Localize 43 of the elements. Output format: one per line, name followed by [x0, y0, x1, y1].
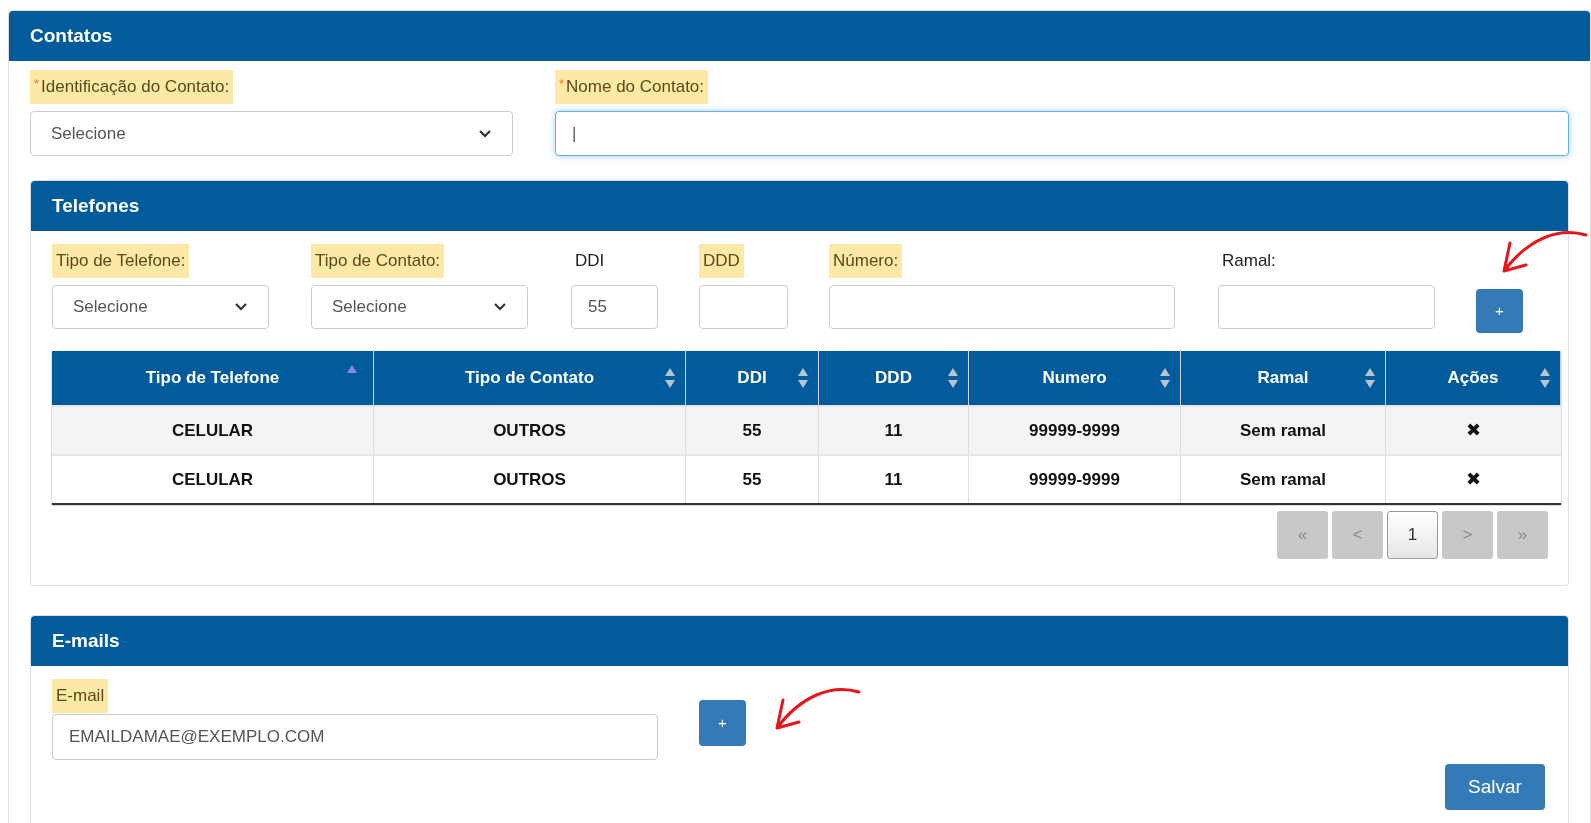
chevron-down-icon: [478, 128, 492, 139]
panel-title: Contatos: [30, 23, 113, 48]
table-cell: 99999-9999: [969, 456, 1181, 503]
sort-ascending-icon: [347, 365, 357, 373]
table-cell: 55: [686, 456, 819, 503]
delete-button[interactable]: ✖: [1466, 417, 1481, 444]
delete-button[interactable]: ✖: [1466, 466, 1481, 493]
table-cell: 11: [819, 456, 969, 503]
text-field[interactable]: 55: [571, 285, 658, 329]
panel-title: E-mails: [52, 628, 120, 653]
table-cell: OUTROS: [374, 456, 686, 503]
sort-icon: [1160, 368, 1170, 388]
field-label: *Nome do Contato:: [555, 70, 709, 104]
chevron-down-icon: [493, 302, 507, 312]
text-field[interactable]: EMAILDAMAE@EXEMPLO.COM: [52, 714, 658, 760]
select-field[interactable]: Selecione: [311, 285, 528, 329]
add-button[interactable]: +: [1476, 289, 1523, 333]
field-label: Número:: [829, 244, 903, 278]
text-field[interactable]: |: [555, 111, 1569, 156]
table-cell: CELULAR: [52, 456, 374, 503]
field-label: Ramal:: [1221, 250, 1277, 273]
sort-icon: [1365, 368, 1375, 388]
sort-icon: [1540, 368, 1550, 388]
text-field[interactable]: [1218, 285, 1435, 329]
sort-icon: [798, 368, 808, 388]
field-label: DDI: [574, 250, 606, 273]
table-cell: Sem ramal: [1181, 456, 1386, 503]
sort-icon: [948, 368, 958, 388]
add-button[interactable]: +: [699, 700, 746, 746]
page-button[interactable]: 1: [1387, 511, 1438, 559]
field-label: Tipo de Telefone:: [52, 244, 190, 278]
field-label: Tipo de Contato:: [311, 244, 445, 278]
select-field[interactable]: Selecione: [30, 111, 513, 156]
sort-icon: [665, 368, 675, 388]
field-label: DDD: [699, 244, 744, 278]
text-field[interactable]: [699, 285, 788, 329]
chevron-down-icon: [234, 302, 248, 312]
panel-title: Telefones: [52, 193, 140, 218]
save-button[interactable]: Salvar: [1445, 764, 1545, 810]
field-label: *Identificação do Contato:: [30, 70, 234, 104]
text-field[interactable]: [829, 285, 1175, 329]
select-field[interactable]: Selecione: [52, 285, 269, 329]
field-label: E-mail: [52, 679, 109, 713]
